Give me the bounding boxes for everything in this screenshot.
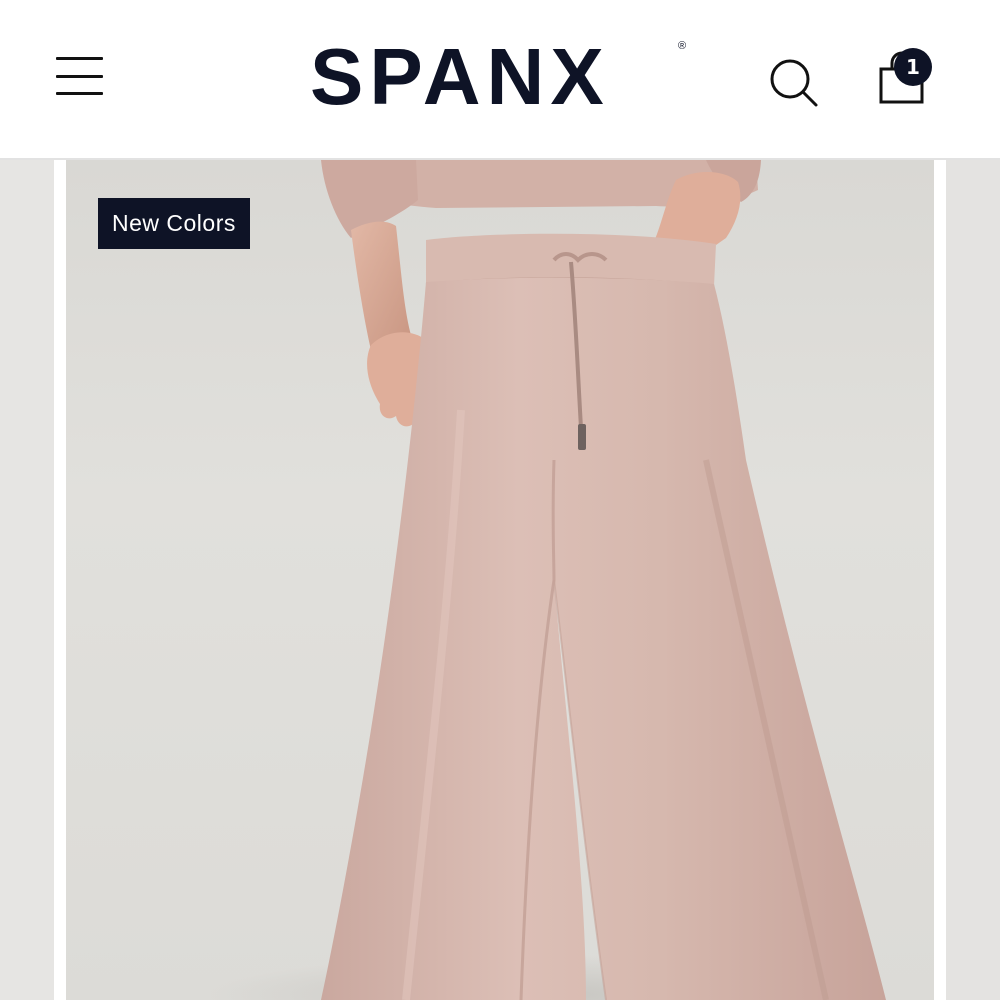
- product-image-carousel[interactable]: New Colors: [0, 160, 1000, 1000]
- spanx-logo[interactable]: SPANX ®: [310, 32, 700, 122]
- shopping-bag-icon[interactable]: 1: [870, 44, 940, 114]
- product-photo-illustration: [206, 160, 886, 1000]
- product-image[interactable]: New Colors: [66, 160, 934, 1000]
- logo-text: SPANX: [310, 32, 610, 121]
- site-header: SPANX ® 1: [0, 0, 1000, 160]
- search-icon[interactable]: [764, 55, 824, 110]
- next-slide-peek[interactable]: [946, 160, 1000, 1000]
- cart-count-badge: 1: [894, 48, 932, 86]
- registered-mark: ®: [678, 40, 687, 52]
- hamburger-menu-icon[interactable]: [50, 52, 110, 102]
- previous-slide-peek[interactable]: [0, 160, 54, 1000]
- new-colors-badge: New Colors: [98, 198, 250, 249]
